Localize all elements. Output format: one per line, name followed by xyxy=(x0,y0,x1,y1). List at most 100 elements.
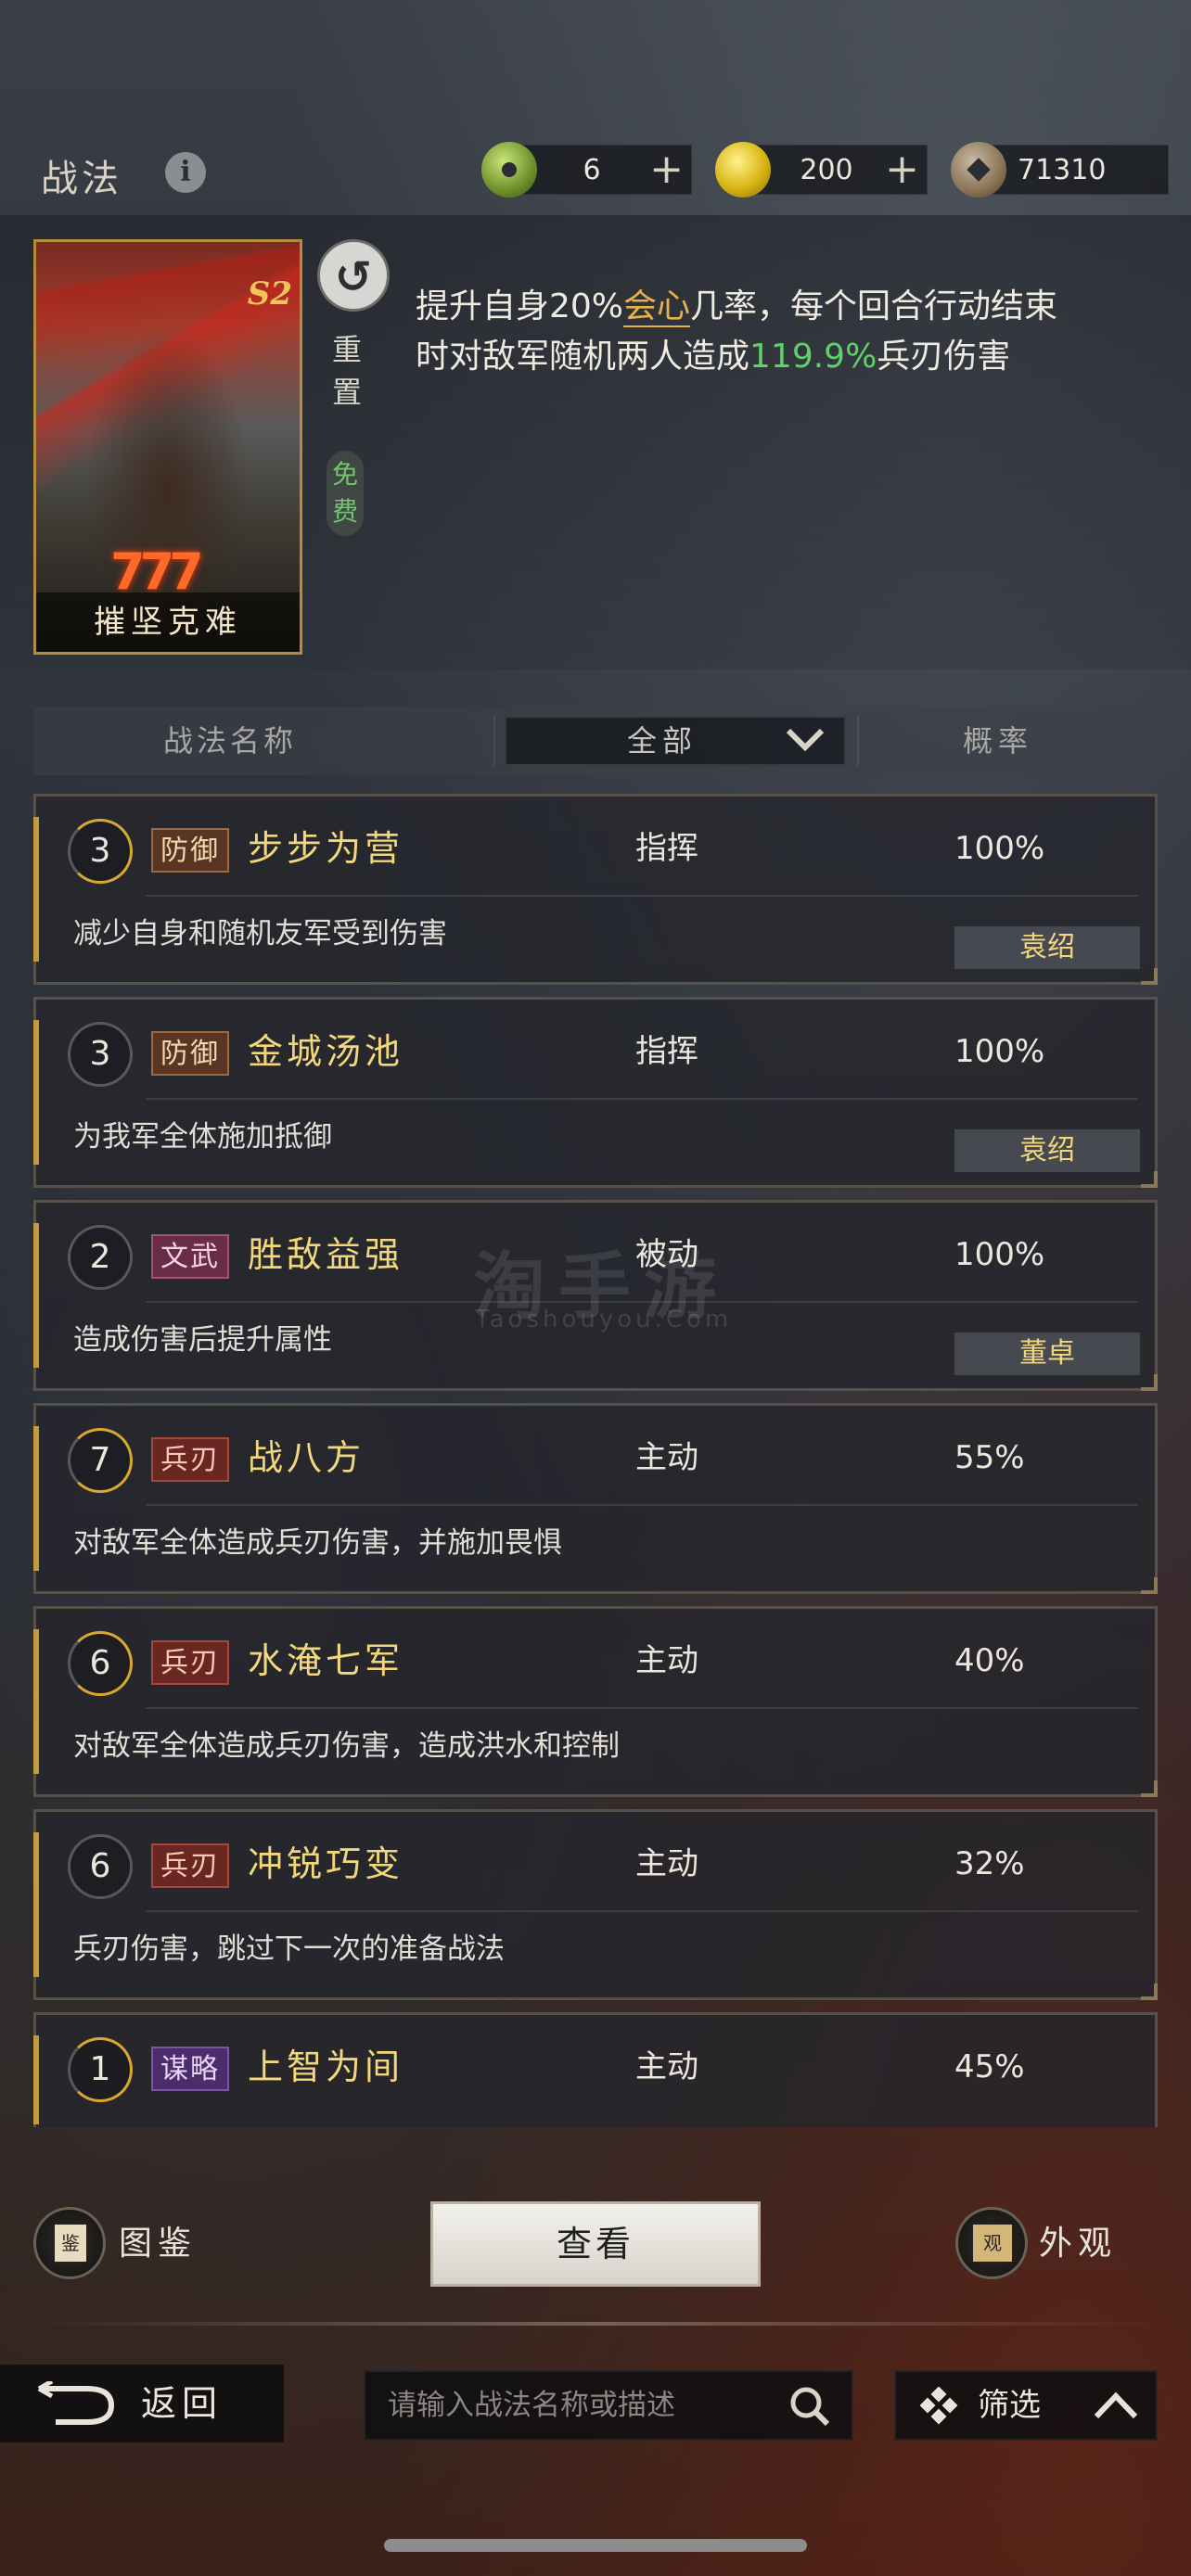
skill-row[interactable]: 6 兵刃 水淹七军 主动 40% 对敌军全体造成兵刃伤害，造成洪水和控制 xyxy=(33,1606,1158,1797)
skill-rate: 55% xyxy=(954,1439,1025,1476)
row-corner-ornament xyxy=(1141,1983,1158,2000)
row-corner-ornament xyxy=(1141,1780,1158,1797)
row-divider xyxy=(146,895,1138,897)
skill-level: 3 xyxy=(68,1022,133,1087)
list-column-header: 战法名称 全部 概率 xyxy=(33,707,1158,775)
add-gold-button[interactable]: + xyxy=(885,146,919,194)
row-divider xyxy=(146,1707,1138,1709)
search-field[interactable]: 请输入战法名称或描述 xyxy=(364,2370,853,2441)
info-icon[interactable]: i xyxy=(165,152,206,193)
pavilion-icon: 观 xyxy=(955,2207,1028,2279)
row-divider xyxy=(146,1098,1138,1100)
skill-type: 指挥 xyxy=(635,1033,698,1070)
skill-level: 6 xyxy=(68,1834,133,1899)
skill-list[interactable]: 3 防御 步步为营 指挥 100% 减少自身和随机友军受到伤害 袁绍 3 防御 … xyxy=(33,794,1158,2127)
skill-level: 7 xyxy=(68,1428,133,1493)
skill-desc: 对敌军全体造成兵刃伤害，造成洪水和控制 xyxy=(73,1729,620,1763)
skill-row[interactable]: 6 兵刃 冲锐巧变 主动 32% 兵刃伤害，跳过下一次的准备战法 xyxy=(33,1809,1158,2000)
search-placeholder: 请输入战法名称或描述 xyxy=(388,2389,675,2422)
reset-button[interactable]: ↺ 重置 免费 xyxy=(317,239,393,536)
skill-tag: 文武 xyxy=(151,1234,229,1279)
back-arrow-icon xyxy=(37,2381,115,2425)
row-divider xyxy=(146,1910,1138,1912)
skill-type: 主动 xyxy=(635,2048,698,2085)
skill-name: 冲锐巧变 xyxy=(248,1843,404,1884)
skill-name: 胜敌益强 xyxy=(248,1234,404,1275)
skill-row[interactable]: 3 防御 金城汤池 指挥 100% 为我军全体施加抵御 袁绍 xyxy=(33,997,1158,1188)
reset-icon[interactable]: ↺ xyxy=(317,239,390,312)
skill-desc: 为我军全体施加抵御 xyxy=(73,1120,332,1154)
skill-level: 2 xyxy=(68,1225,133,1290)
row-corner-ornament xyxy=(1141,1577,1158,1594)
skill-level: 1 xyxy=(68,2037,133,2102)
currency-value: 200 xyxy=(800,154,853,186)
skill-tag: 兵刃 xyxy=(151,1640,229,1685)
skill-rate: 100% xyxy=(954,1033,1045,1070)
card-name: 摧坚克难 xyxy=(36,593,300,652)
add-jade-button[interactable]: + xyxy=(649,146,684,194)
column-divider xyxy=(493,716,495,766)
reset-label: 重置 xyxy=(331,332,362,410)
skill-desc: 兵刃伤害，跳过下一次的准备战法 xyxy=(73,1932,505,1966)
column-rate-header[interactable]: 概率 xyxy=(963,707,1033,775)
currency-gold: 200 + xyxy=(715,142,928,198)
desc-keyword-crit[interactable]: 会心 xyxy=(623,287,691,327)
page-title: 战法 xyxy=(41,158,122,200)
skill-tag: 兵刃 xyxy=(151,1843,229,1888)
skill-owner-badge: 袁绍 xyxy=(954,926,1140,969)
search-icon[interactable] xyxy=(788,2385,831,2428)
skill-name: 上智为间 xyxy=(248,2047,404,2087)
watermark-url: Taoshouyou.Com xyxy=(475,1306,733,1333)
type-filter-dropdown[interactable]: 全部 xyxy=(505,716,846,766)
bottom-divider xyxy=(33,2322,1158,2326)
skill-tag: 防御 xyxy=(151,828,229,873)
skill-card[interactable]: S2 777 摧坚克难 xyxy=(33,239,302,655)
skill-tag: 兵刃 xyxy=(151,1437,229,1482)
skill-tag: 防御 xyxy=(151,1031,229,1076)
skill-desc: 对敌军全体造成兵刃伤害，并施加畏惧 xyxy=(73,1526,562,1560)
codex-label: 图鉴 xyxy=(119,2225,198,2263)
currency-value: 6 xyxy=(583,154,601,186)
row-corner-ornament xyxy=(1141,1171,1158,1188)
skill-desc: 减少自身和随机友军受到伤害 xyxy=(73,917,447,950)
desc-damage-value: 119.9% xyxy=(749,338,877,376)
skill-row[interactable]: 7 兵刃 战八方 主动 55% 对敌军全体造成兵刃伤害，并施加畏惧 xyxy=(33,1403,1158,1594)
pavilion-icon-glyph: 观 xyxy=(973,2225,1012,2262)
skill-row[interactable]: 1 谋略 上智为间 主动 45% xyxy=(33,2012,1158,2127)
filter-button[interactable]: 筛选 xyxy=(894,2370,1158,2441)
skill-rate: 100% xyxy=(954,1236,1045,1273)
skill-name: 战八方 xyxy=(248,1437,365,1478)
card-season-badge: S2 xyxy=(247,275,292,312)
codex-button[interactable]: 鉴 图鉴 xyxy=(33,2207,219,2281)
skill-desc: 造成伤害后提升属性 xyxy=(73,1323,332,1357)
skill-type: 主动 xyxy=(635,1439,698,1476)
chevron-down-icon xyxy=(787,728,824,752)
skill-owner-badge: 袁绍 xyxy=(954,1129,1140,1172)
header: 战法 i 6 + 200 + 71310 xyxy=(0,130,1191,213)
home-indicator[interactable] xyxy=(384,2539,807,2552)
filter-label: 筛选 xyxy=(978,2387,1041,2424)
skill-row[interactable]: 3 防御 步步为营 指挥 100% 减少自身和随机友军受到伤害 袁绍 xyxy=(33,794,1158,985)
skill-type: 主动 xyxy=(635,1642,698,1679)
row-divider xyxy=(146,1504,1138,1506)
row-corner-ornament xyxy=(1141,1374,1158,1391)
skill-type: 主动 xyxy=(635,1845,698,1882)
skill-rate: 45% xyxy=(954,2048,1025,2085)
column-name-header[interactable]: 战法名称 xyxy=(163,707,297,775)
desc-prefix: 提升自身20% xyxy=(416,287,624,325)
view-button[interactable]: 查看 xyxy=(430,2201,761,2287)
desc-suffix: 兵刃伤害 xyxy=(877,338,1011,376)
codex-icon-glyph: 鉴 xyxy=(55,2225,86,2262)
appearance-label: 外观 xyxy=(1039,2225,1118,2263)
copper-coin-icon xyxy=(951,142,1006,198)
appearance-button[interactable]: 观 外观 xyxy=(955,2207,1169,2281)
back-button[interactable]: 返回 xyxy=(0,2365,284,2442)
gold-coin-icon xyxy=(715,142,771,198)
selected-skill-panel: S2 777 摧坚克难 ↺ 重置 免费 提升自身20%会心几率，每个回合行动结束… xyxy=(0,215,1191,670)
skill-name: 水淹七军 xyxy=(248,1640,404,1681)
footer-bar: 返回 请输入战法名称或描述 筛选 xyxy=(0,2365,1191,2442)
jade-coin-icon xyxy=(481,142,537,198)
chevron-up-icon xyxy=(1095,2391,1137,2419)
skill-type: 指挥 xyxy=(635,830,698,867)
type-filter-value: 全部 xyxy=(627,723,698,759)
